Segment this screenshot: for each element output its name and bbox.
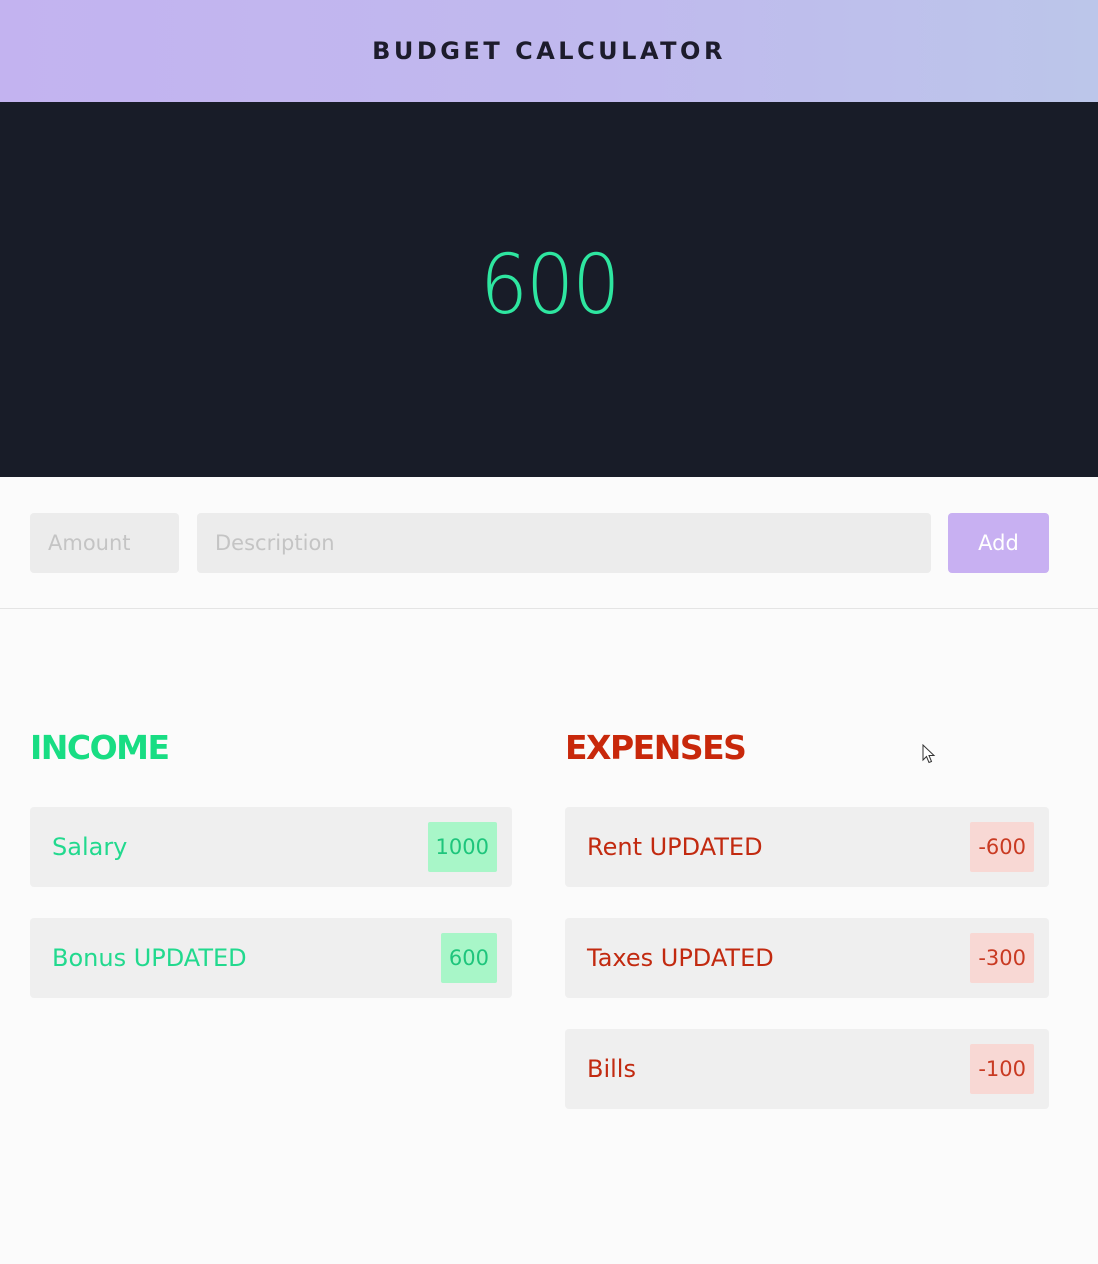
income-item-value: 600 bbox=[440, 933, 497, 983]
description-input[interactable] bbox=[197, 513, 931, 573]
expense-item-value: -300 bbox=[970, 933, 1034, 983]
expense-item[interactable]: Taxes UPDATED -300 bbox=[565, 918, 1049, 998]
budget-total-panel: 600 bbox=[0, 102, 1098, 477]
add-button[interactable]: Add bbox=[948, 513, 1049, 573]
income-item-label: Salary bbox=[52, 833, 128, 861]
expense-item-label: Taxes UPDATED bbox=[587, 944, 774, 972]
income-item-label: Bonus UPDATED bbox=[52, 944, 247, 972]
expense-item-label: Bills bbox=[587, 1055, 636, 1083]
income-item[interactable]: Salary 1000 bbox=[30, 807, 512, 887]
budget-total-value: 600 bbox=[479, 238, 620, 333]
expenses-heading: EXPENSES bbox=[565, 728, 747, 767]
expense-item[interactable]: Rent UPDATED -600 bbox=[565, 807, 1049, 887]
income-heading: INCOME bbox=[30, 728, 170, 767]
amount-input[interactable] bbox=[30, 513, 179, 573]
expense-item-value: -100 bbox=[970, 1044, 1034, 1094]
app-title: BUDGET CALCULATOR bbox=[372, 37, 726, 65]
expense-item[interactable]: Bills -100 bbox=[565, 1029, 1049, 1109]
add-entry-form: Add bbox=[0, 477, 1098, 609]
app-header: BUDGET CALCULATOR bbox=[0, 0, 1098, 102]
mouse-pointer-icon bbox=[922, 744, 936, 764]
expense-item-label: Rent UPDATED bbox=[587, 833, 763, 861]
expense-item-value: -600 bbox=[970, 822, 1034, 872]
income-item[interactable]: Bonus UPDATED 600 bbox=[30, 918, 512, 998]
income-item-value: 1000 bbox=[427, 822, 497, 872]
